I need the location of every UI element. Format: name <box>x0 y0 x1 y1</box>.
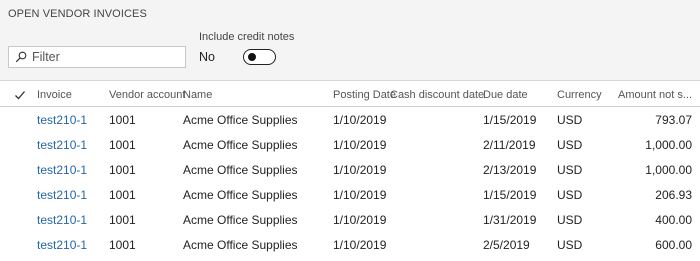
posting-date-cell: 1/10/2019 <box>333 213 387 227</box>
invoice-link[interactable]: test210-1 <box>37 213 87 227</box>
due-date-cell: 2/13/2019 <box>483 163 537 177</box>
currency-cell: USD <box>557 213 583 227</box>
vendor-account-cell: 1001 <box>109 213 136 227</box>
name-cell: Acme Office Supplies <box>183 113 298 127</box>
name-cell: Acme Office Supplies <box>183 213 298 227</box>
toggle-knob <box>248 53 256 61</box>
amount-cell: 1,000.00 <box>645 163 692 177</box>
table-row[interactable]: test210-1 1001 Acme Office Supplies 1/10… <box>0 181 700 206</box>
amount-cell: 400.00 <box>655 213 692 227</box>
invoice-link[interactable]: test210-1 <box>37 163 87 177</box>
credit-notes-label: Include credit notes <box>199 31 295 43</box>
name-cell: Acme Office Supplies <box>183 238 298 252</box>
currency-cell: USD <box>557 163 583 177</box>
table-row[interactable]: test210-1 1001 Acme Office Supplies 1/10… <box>0 231 700 256</box>
amount-cell: 1,000.00 <box>645 138 692 152</box>
name-cell: Acme Office Supplies <box>183 138 298 152</box>
vendor-account-cell: 1001 <box>109 113 136 127</box>
invoice-link[interactable]: test210-1 <box>37 188 87 202</box>
invoice-grid: Invoice Vendor account Name Posting Date… <box>0 80 700 261</box>
currency-cell: USD <box>557 238 583 252</box>
posting-date-cell: 1/10/2019 <box>333 188 387 202</box>
header-due-date[interactable]: Due date <box>483 89 528 101</box>
due-date-cell: 1/15/2019 <box>483 113 537 127</box>
filter-box[interactable] <box>8 46 186 68</box>
posting-date-cell: 1/10/2019 <box>333 163 387 177</box>
header-name[interactable]: Name <box>183 89 212 101</box>
due-date-cell: 2/5/2019 <box>483 238 530 252</box>
table-row[interactable]: test210-1 1001 Acme Office Supplies 1/10… <box>0 131 700 156</box>
table-row[interactable]: test210-1 1001 Acme Office Supplies 1/10… <box>0 106 700 131</box>
header-vendor-account[interactable]: Vendor account <box>109 89 185 101</box>
header-invoice[interactable]: Invoice <box>37 89 72 101</box>
section-title: OPEN VENDOR INVOICES <box>8 8 147 20</box>
vendor-account-cell: 1001 <box>109 138 136 152</box>
select-all-check-icon[interactable] <box>14 89 26 104</box>
posting-date-cell: 1/10/2019 <box>333 238 387 252</box>
invoice-link[interactable]: test210-1 <box>37 238 87 252</box>
header-amount-not-settled[interactable]: Amount not s... <box>618 89 692 101</box>
currency-cell: USD <box>557 138 583 152</box>
vendor-account-cell: 1001 <box>109 188 136 202</box>
credit-notes-value: No <box>199 50 215 64</box>
table-row[interactable]: test210-1 1001 Acme Office Supplies 1/10… <box>0 156 700 181</box>
vendor-account-cell: 1001 <box>109 163 136 177</box>
header-currency[interactable]: Currency <box>557 89 602 101</box>
currency-cell: USD <box>557 113 583 127</box>
amount-cell: 793.07 <box>655 113 692 127</box>
posting-date-cell: 1/10/2019 <box>333 113 387 127</box>
header-posting-date[interactable]: Posting Date <box>333 89 396 101</box>
currency-cell: USD <box>557 188 583 202</box>
amount-cell: 600.00 <box>655 238 692 252</box>
due-date-cell: 2/11/2019 <box>483 138 536 152</box>
name-cell: Acme Office Supplies <box>183 188 298 202</box>
due-date-cell: 1/31/2019 <box>483 213 537 227</box>
invoice-link[interactable]: test210-1 <box>37 113 87 127</box>
invoice-link[interactable]: test210-1 <box>37 138 87 152</box>
credit-notes-toggle[interactable] <box>243 49 276 65</box>
due-date-cell: 1/15/2019 <box>483 188 537 202</box>
header-cash-discount-date[interactable]: Cash discount date <box>390 89 484 101</box>
posting-date-cell: 1/10/2019 <box>333 138 387 152</box>
filter-input[interactable] <box>30 50 172 64</box>
vendor-account-cell: 1001 <box>109 238 136 252</box>
search-icon <box>12 47 30 67</box>
grid-header: Invoice Vendor account Name Posting Date… <box>0 81 700 107</box>
table-row[interactable]: test210-1 1001 Acme Office Supplies 1/10… <box>0 206 700 231</box>
name-cell: Acme Office Supplies <box>183 163 298 177</box>
amount-cell: 206.93 <box>655 188 692 202</box>
